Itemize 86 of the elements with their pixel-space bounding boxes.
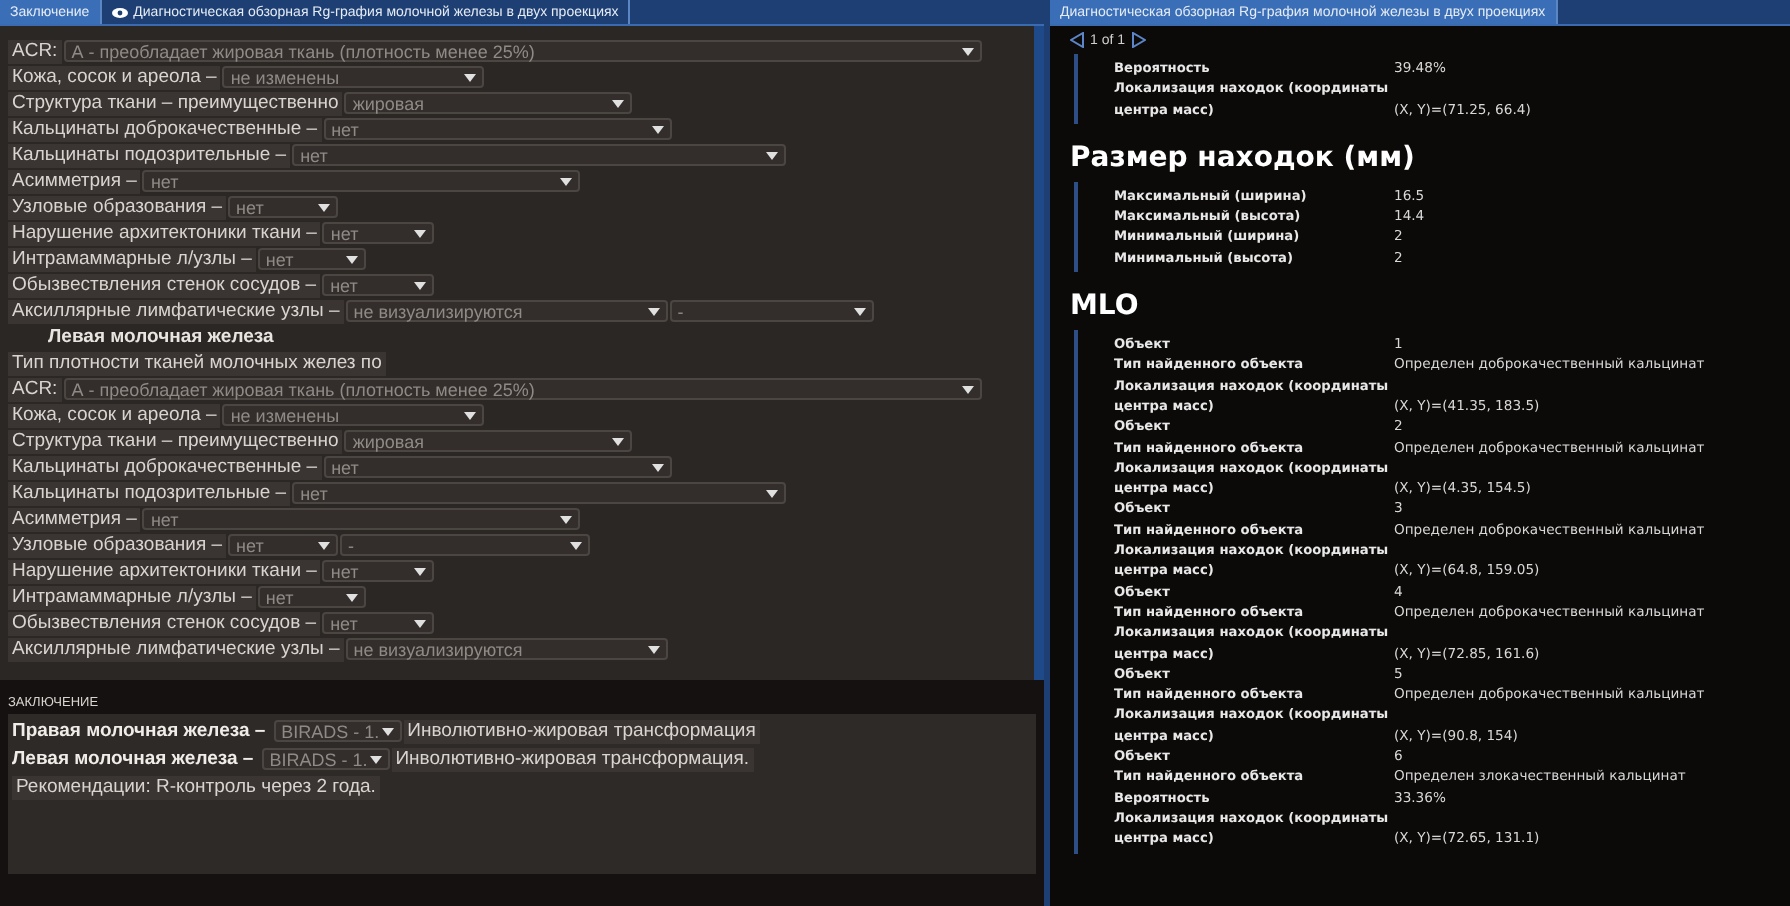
field-label: Интрамаммарные л/узлы –	[8, 585, 256, 609]
dropdown[interactable]: нет	[228, 196, 339, 218]
caret-icon	[318, 541, 331, 549]
dropdown[interactable]: -	[669, 300, 874, 322]
field-label: Асимметрия –	[8, 507, 141, 531]
field-label: Интрамаммарные л/узлы –	[8, 247, 256, 271]
dropdown[interactable]: нет	[322, 222, 435, 244]
caret-icon	[414, 281, 427, 289]
dropdown[interactable]: не изменены	[222, 66, 485, 88]
dropdown[interactable]: нет	[228, 534, 339, 556]
caret-icon	[961, 47, 974, 55]
caret-icon	[647, 645, 660, 653]
caret-icon	[560, 515, 573, 523]
field-label: Структура ткани – преимущественно	[8, 429, 343, 453]
dropdown[interactable]: не визуализируются	[345, 638, 668, 660]
field-label: Кальцинаты подозрительные –	[8, 143, 291, 167]
dropdown[interactable]: нет	[292, 144, 787, 166]
caret-icon	[318, 203, 331, 211]
caret-icon	[853, 307, 866, 315]
caret-icon	[651, 463, 664, 471]
dropdown[interactable]: нет	[323, 118, 672, 140]
field-label: Узловые образования –	[8, 533, 227, 557]
section-heading: MLO	[1068, 288, 1141, 327]
field-label: Нарушение архитектоники ткани –	[8, 221, 321, 245]
recommendation-text: Рекомендации: R-контроль через 2 года.	[12, 775, 380, 799]
caret-icon	[381, 727, 394, 735]
conclusion-text: Инволютивно-жировая трансформация	[403, 719, 760, 743]
dropdown[interactable]: -	[340, 534, 591, 556]
field-label: Кальцинаты доброкачественные –	[8, 117, 322, 141]
caret-icon	[414, 619, 427, 627]
caret-icon	[647, 307, 660, 315]
field-label: Тип плотности тканей молочных желез по	[8, 351, 386, 375]
field-label: Асимметрия –	[8, 169, 141, 193]
dropdown[interactable]: нет	[257, 586, 366, 608]
side-label: Правая молочная железа –	[12, 720, 268, 742]
caret-icon	[464, 411, 477, 419]
field-label: Кальцинаты подозрительные –	[8, 481, 291, 505]
field-label: Кожа, сосок и ареола –	[8, 65, 221, 89]
section-heading: Размер находок (мм)	[1068, 139, 1417, 178]
dropdown[interactable]: нет	[322, 560, 435, 582]
field-label: Обызвествления стенок сосудов –	[8, 611, 321, 635]
caret-icon	[961, 385, 974, 393]
previous-icon[interactable]	[1070, 32, 1084, 48]
field-label: Кожа, сосок и ареола –	[8, 403, 221, 427]
dropdown[interactable]: нет	[142, 170, 581, 192]
dropdown[interactable]: BIRADS - 1.	[261, 748, 390, 770]
dropdown[interactable]: нет	[322, 274, 435, 296]
caret-icon	[345, 255, 358, 263]
dropdown[interactable]: нет	[323, 456, 672, 478]
caret-icon	[570, 541, 583, 549]
dropdown[interactable]: нет	[322, 612, 435, 634]
caret-icon	[369, 755, 382, 763]
field-label: Обызвествления стенок сосудов –	[8, 273, 321, 297]
field-label: ACR:	[8, 377, 62, 401]
field-label: ACR:	[8, 39, 62, 63]
field-label: Аксиллярные лимфатические узлы –	[8, 637, 344, 661]
dropdown[interactable]: нет	[257, 248, 366, 270]
caret-icon	[651, 125, 664, 133]
dropdown[interactable]: нет	[292, 482, 787, 504]
dropdown[interactable]: нет	[142, 508, 581, 530]
dropdown[interactable]: жировая	[344, 430, 633, 452]
caret-icon	[766, 151, 779, 159]
field-label: Кальцинаты доброкачественные –	[8, 455, 322, 479]
dropdown[interactable]: А - преобладает жировая ткань (плотность менее 25%)	[63, 40, 982, 62]
caret-icon	[414, 229, 427, 237]
next-icon[interactable]	[1131, 32, 1146, 48]
conclusion-text: Инволютивно-жировая трансформация.	[391, 747, 754, 771]
caret-icon	[766, 489, 779, 497]
dropdown[interactable]: А - преобладает жировая ткань (плотность менее 25%)	[63, 378, 982, 400]
field-label: Структура ткани – преимущественно	[8, 91, 343, 115]
dropdown[interactable]: BIRADS - 1.	[273, 720, 402, 742]
scrollbar[interactable]	[1034, 26, 1044, 680]
caret-icon	[464, 73, 477, 81]
field-label: Нарушение архитектоники ткани –	[8, 559, 321, 583]
caret-icon	[414, 567, 427, 575]
field-label: Аксиллярные лимфатические узлы –	[8, 299, 344, 323]
side-label: Левая молочная железа –	[12, 748, 256, 770]
section-heading: Левая молочная железа	[46, 325, 274, 349]
caret-icon	[612, 437, 625, 445]
caret-icon	[560, 177, 573, 185]
caret-icon	[345, 593, 358, 601]
caret-icon	[612, 99, 625, 107]
dropdown[interactable]: жировая	[344, 92, 633, 114]
dropdown[interactable]: не изменены	[222, 404, 485, 426]
field-label: Узловые образования –	[8, 195, 227, 219]
dropdown[interactable]: не визуализируются	[345, 300, 668, 322]
